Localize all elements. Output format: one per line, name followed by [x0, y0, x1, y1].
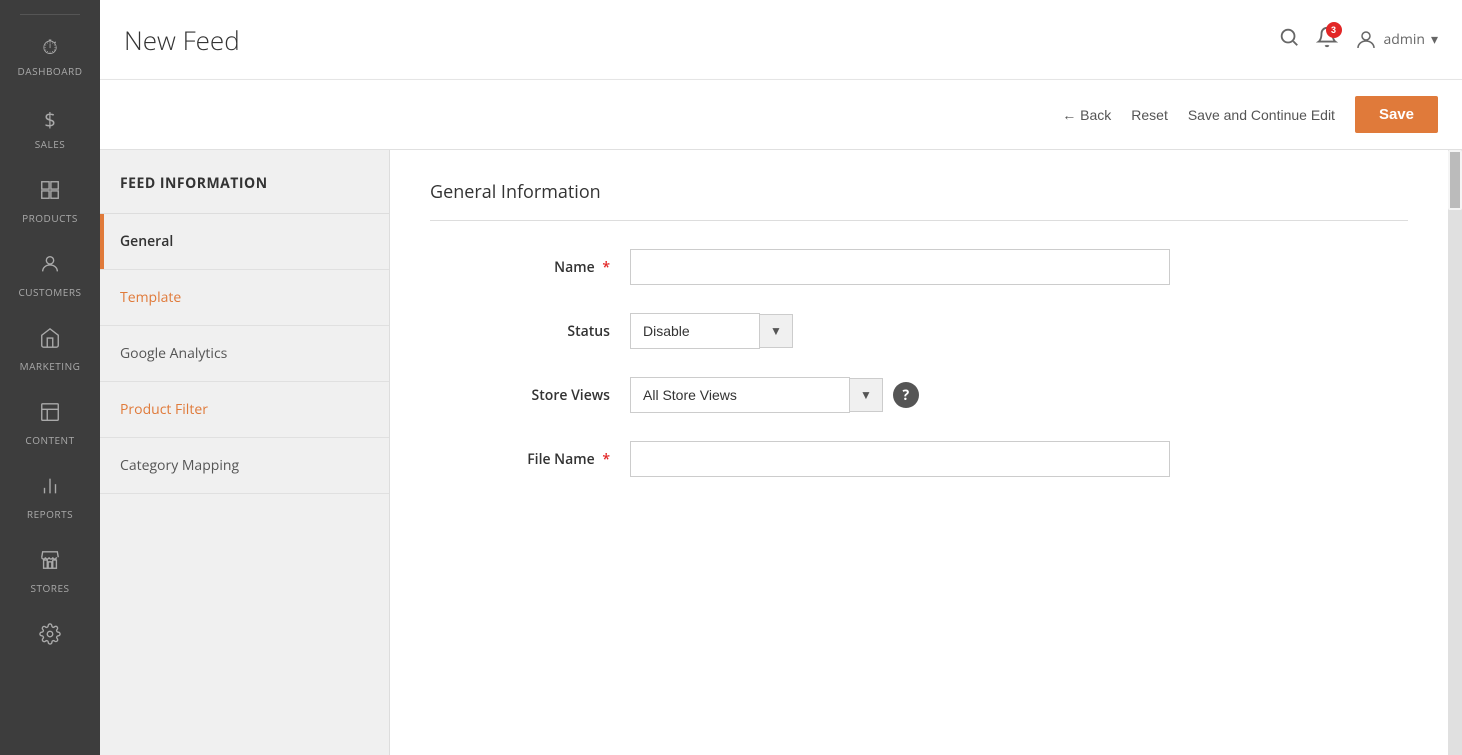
content-icon — [39, 401, 61, 429]
reports-icon — [39, 475, 61, 503]
name-required-star: * — [602, 258, 610, 277]
sidebar-item-stores-label: STORES — [31, 581, 70, 595]
store-views-select-wrapper: All Store Views ▼ — [630, 377, 883, 413]
products-icon — [39, 179, 61, 207]
sidebar-item-customers[interactable]: CUSTOMERS — [0, 239, 100, 313]
notification-button[interactable]: 3 — [1316, 26, 1338, 54]
sidebar-item-products[interactable]: PRODUCTS — [0, 165, 100, 239]
sidebar-item-content[interactable]: CONTENT — [0, 387, 100, 461]
sidebar-item-marketing-label: MARKETING — [20, 359, 81, 373]
file-name-required-star: * — [602, 450, 610, 469]
stores-icon — [39, 549, 61, 577]
admin-avatar-icon — [1354, 28, 1378, 52]
sidebar-item-sales-label: SALES — [35, 137, 66, 151]
nav-item-category-mapping[interactable]: Category Mapping — [100, 438, 389, 494]
nav-item-product-filter[interactable]: Product Filter — [100, 382, 389, 438]
back-button[interactable]: ← Back — [1062, 107, 1111, 123]
main-scrollbar[interactable] — [1448, 150, 1462, 755]
sidebar-item-reports[interactable]: REPORTS — [0, 461, 100, 535]
store-views-select-arrow[interactable]: ▼ — [850, 378, 883, 412]
sidebar-item-dashboard[interactable]: ⏱ DASHBOARD — [0, 19, 100, 92]
sidebar-item-system[interactable] — [0, 609, 100, 669]
action-bar: ← Back Reset Save and Continue Edit Save — [100, 80, 1462, 150]
name-field-row: Name * — [430, 249, 1408, 285]
sidebar-item-marketing[interactable]: MARKETING — [0, 313, 100, 387]
sales-icon: $ — [44, 106, 55, 133]
save-button[interactable]: Save — [1355, 96, 1438, 133]
save-continue-button[interactable]: Save and Continue Edit — [1188, 107, 1335, 123]
nav-item-google-analytics[interactable]: Google Analytics — [100, 326, 389, 382]
nav-item-template[interactable]: Template — [100, 270, 389, 326]
section-title: General Information — [430, 180, 1408, 204]
section-divider — [430, 220, 1408, 221]
top-header: New Feed 3 admin ▾ — [100, 0, 1462, 80]
sidebar: ⏱ DASHBOARD $ SALES PRODUCTS CUSTOMERS M… — [0, 0, 100, 755]
sidebar-item-products-label: PRODUCTS — [22, 211, 78, 225]
admin-label: admin — [1384, 30, 1425, 49]
dashboard-icon: ⏱ — [42, 33, 58, 60]
file-name-label: File Name * — [430, 450, 630, 469]
sidebar-item-content-label: CONTENT — [25, 433, 74, 447]
admin-menu[interactable]: admin ▾ — [1354, 28, 1438, 52]
main-content: New Feed 3 admin ▾ ← Ba — [100, 0, 1462, 755]
store-views-select[interactable]: All Store Views — [630, 377, 850, 413]
status-label: Status — [430, 322, 630, 341]
store-views-field-row: Store Views All Store Views ▼ ? — [430, 377, 1408, 413]
page-title: New Feed — [124, 22, 240, 58]
sidebar-item-stores[interactable]: STORES — [0, 535, 100, 609]
nav-item-general[interactable]: General — [100, 214, 389, 270]
sidebar-item-customers-label: CUSTOMERS — [18, 285, 81, 299]
scrollbar-thumb[interactable] — [1448, 150, 1462, 210]
notification-badge: 3 — [1326, 22, 1342, 38]
admin-chevron-icon: ▾ — [1431, 30, 1438, 49]
status-select-wrapper: Disable Enable ▼ — [630, 313, 793, 349]
left-nav: FEED INFORMATION General Template Google… — [100, 150, 390, 755]
sidebar-item-dashboard-label: DASHBOARD — [18, 64, 83, 78]
feed-info-header: FEED INFORMATION — [100, 150, 389, 214]
name-input[interactable] — [630, 249, 1170, 285]
sidebar-item-reports-label: REPORTS — [27, 507, 73, 521]
store-views-help-icon[interactable]: ? — [893, 382, 919, 408]
customers-icon — [39, 253, 61, 281]
file-name-field-row: File Name * — [430, 441, 1408, 477]
sidebar-item-sales[interactable]: $ SALES — [0, 92, 100, 165]
header-actions: 3 admin ▾ — [1278, 26, 1438, 54]
marketing-icon — [39, 327, 61, 355]
content-area: FEED INFORMATION General Template Google… — [100, 150, 1462, 755]
search-button[interactable] — [1278, 26, 1300, 54]
reset-button[interactable]: Reset — [1131, 107, 1168, 123]
status-select[interactable]: Disable Enable — [630, 313, 760, 349]
name-label: Name * — [430, 258, 630, 277]
store-views-label: Store Views — [430, 386, 630, 405]
status-field-row: Status Disable Enable ▼ — [430, 313, 1408, 349]
status-select-arrow[interactable]: ▼ — [760, 314, 793, 348]
file-name-input[interactable] — [630, 441, 1170, 477]
form-area: General Information Name * Status Disabl… — [390, 150, 1448, 755]
system-icon — [39, 623, 61, 651]
